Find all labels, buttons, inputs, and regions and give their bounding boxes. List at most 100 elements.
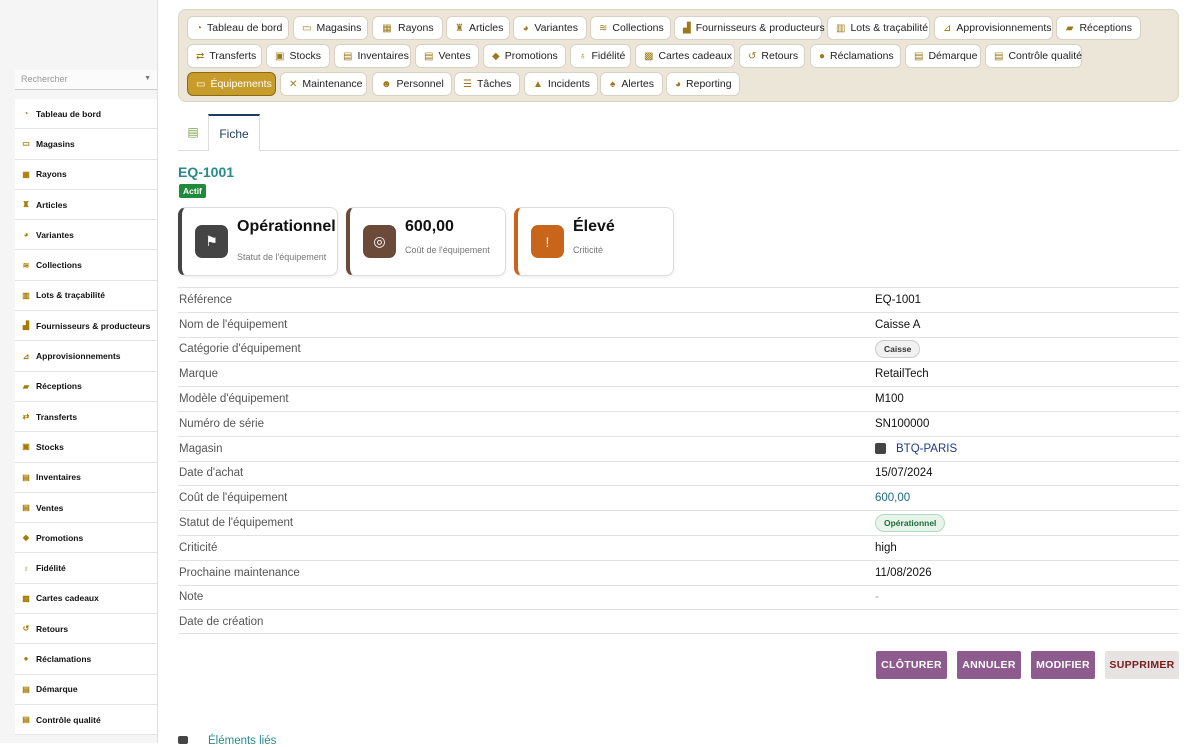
exchange-icon: ⇄ (196, 50, 205, 62)
sidebar-item-8[interactable]: ⊿ Approvisionnements (15, 341, 157, 372)
nav-item-24[interactable]: ☰ Tâches (454, 72, 520, 96)
nav-item-label: Rayons (398, 22, 434, 34)
sidebar-item-16[interactable]: ▩ Cartes cadeaux (15, 583, 157, 615)
close-record-button[interactable]: CLÔTURER (876, 651, 947, 679)
detail-value: Opérationnel (875, 514, 946, 533)
sidebar-item-17[interactable]: ↺ Retours (15, 614, 157, 645)
nav-item-14[interactable]: ◆ Promotions (483, 44, 566, 68)
detail-text: 15/07/2024 (875, 467, 933, 480)
sidebar-item-12[interactable]: ▤ Inventaires (15, 462, 157, 493)
barcode-icon: ▥ (836, 22, 846, 34)
sidebar-item-9[interactable]: ▰ Réceptions (15, 371, 157, 402)
sidebar-item-1[interactable]: ▭ Magasins (15, 129, 157, 160)
nav-item-label: Collections (612, 22, 664, 34)
sidebar-item-15[interactable]: ♁ Fidélité (15, 553, 157, 584)
nav-item-4[interactable]: ◕ Variantes (513, 16, 587, 40)
truck-icon: ▰ (1065, 22, 1074, 34)
nav-item-8[interactable]: ⊿ Approvisionnements (934, 16, 1053, 40)
nav-item-18[interactable]: ● Réclamations (810, 44, 901, 68)
sidebar-item-2[interactable]: ▦ Rayons (15, 159, 157, 190)
grid-icon: ▦ (22, 169, 30, 179)
nav-item-20[interactable]: ▤ Contrôle qualité (985, 44, 1082, 68)
clipboard-icon: ▤ (22, 472, 30, 482)
kpi-label: Coût de l'équipement (405, 245, 490, 255)
nav-item-13[interactable]: ▤ Ventes (415, 44, 479, 68)
users-icon: ☻ (381, 78, 392, 90)
cash-register-icon: ▤ (424, 50, 434, 62)
nav-item-10[interactable]: ⇄ Transferts (187, 44, 262, 68)
nav-item-15[interactable]: ♁ Fidélité (570, 44, 631, 68)
industry-icon: ▟ (683, 22, 691, 34)
delete-button[interactable]: SUPPRIMER (1105, 651, 1179, 679)
cancel-button[interactable]: ANNULER (957, 651, 1021, 679)
sidebar-item-label: Transferts (36, 411, 78, 422)
detail-row: Catégorie d'équipement Caisse (178, 336, 1179, 362)
sidebar-item-13[interactable]: ▤ Ventes (15, 492, 157, 524)
flag-icon: ⚑ (195, 225, 228, 258)
cash-register-icon[interactable]: ▤ (178, 113, 208, 151)
detail-text: high (875, 541, 897, 554)
file-icon: ▤ (22, 684, 30, 694)
nav-item-6[interactable]: ▟ Fournisseurs & producteurs (674, 16, 825, 40)
nav-item-label: Réclamations (830, 50, 894, 62)
detail-label: Date de création (179, 615, 264, 628)
detail-row: Modèle d'équipement M100 (178, 386, 1179, 411)
nav-item-19[interactable]: ▤ Démarque (905, 44, 981, 68)
nav-item-9[interactable]: ▰ Réceptions (1056, 16, 1141, 40)
nav-item-0[interactable]: ◔ Tableau de bord (187, 16, 289, 40)
nav-item-11[interactable]: ▣ Stocks (266, 44, 330, 68)
nav-item-1[interactable]: ▭ Magasins (293, 16, 368, 40)
detail-value: 15/07/2024 (875, 467, 933, 479)
shirt-icon: ♜ (455, 22, 464, 34)
nav-item-label: Transferts (209, 50, 257, 62)
sidebar-item-10[interactable]: ⇄ Transferts (15, 401, 157, 433)
sidebar-item-label: Approvisionnements (36, 351, 121, 362)
sidebar-item-4[interactable]: ◕ Variantes (15, 220, 157, 251)
detail-label: Statut de l'équipement (179, 517, 294, 530)
nav-item-5[interactable]: ≋ Collections (590, 16, 671, 40)
file-icon: ▤ (914, 50, 924, 62)
nav-item-26[interactable]: ♠ Alertes (600, 72, 663, 96)
sidebar-item-19[interactable]: ▤ Démarque (15, 674, 157, 705)
detail-value: Caisse (875, 340, 921, 359)
nav-item-2[interactable]: ▦ Rayons (372, 16, 443, 40)
sidebar-item-20[interactable]: ▤ Contrôle qualité (15, 704, 157, 736)
chart-pie-icon: ◕ (675, 78, 682, 90)
nav-item-25[interactable]: ▲ Incidents (524, 72, 598, 96)
nav-item-label: Réceptions (1079, 22, 1132, 34)
nav-item-27[interactable]: ◕ Reporting (666, 72, 740, 96)
warning-icon: ▲ (533, 78, 543, 90)
nav-item-21[interactable]: ▭ Équipements (187, 72, 276, 96)
sidebar-menu: ◔ Tableau de bord ▭ Magasins ▦ Rayons ♜ Article… (15, 99, 157, 736)
related-items-label[interactable]: Éléments liés (208, 735, 276, 747)
detail-label: Criticité (179, 541, 218, 554)
edit-button[interactable]: MODIFIER (1031, 651, 1095, 679)
sidebar-item-label: Contrôle qualité (36, 714, 101, 725)
nav-item-17[interactable]: ↺ Retours (739, 44, 805, 68)
nav-item-23[interactable]: ☻ Personnel (372, 72, 452, 96)
tab-fiche[interactable]: Fiche (208, 114, 260, 151)
undo-icon: ↺ (22, 624, 30, 634)
nav-item-label: Magasins (316, 22, 362, 34)
nav-item-12[interactable]: ▤ Inventaires (334, 44, 411, 68)
nav-item-22[interactable]: ✕ Maintenance (280, 72, 367, 96)
sidebar-item-5[interactable]: ≋ Collections (15, 250, 157, 281)
nav-item-7[interactable]: ▥ Lots & traçabilité (827, 16, 930, 40)
cash-register-icon: ▤ (22, 503, 30, 512)
sidebar-item-3[interactable]: ♜ Articles (15, 189, 157, 221)
sidebar-item-14[interactable]: ◆ Promotions (15, 523, 157, 554)
sidebar-item-11[interactable]: ▣ Stocks (15, 432, 157, 463)
sidebar-item-7[interactable]: ▟ Fournisseurs & producteurs (15, 311, 157, 342)
nav-item-3[interactable]: ♜ Articles (446, 16, 510, 40)
nav-item-label: Cartes cadeaux (658, 50, 732, 62)
kpi-card: ◎ 600,00 Coût de l'équipement (346, 207, 506, 276)
sidebar-item-6[interactable]: ▥ Lots & traçabilité (15, 280, 157, 312)
store-link[interactable]: BTQ-PARIS (896, 443, 957, 455)
sidebar-item-18[interactable]: ● Réclamations (15, 644, 157, 675)
sidebar-item-label: Réclamations (36, 653, 92, 664)
sidebar-search-select[interactable]: Rechercher ▼ (15, 70, 157, 90)
sidebar-item-label: Stocks (36, 441, 64, 452)
palette-icon: ◕ (23, 230, 29, 240)
sidebar-item-0[interactable]: ◔ Tableau de bord (15, 99, 157, 130)
nav-item-16[interactable]: ▩ Cartes cadeaux (635, 44, 735, 68)
